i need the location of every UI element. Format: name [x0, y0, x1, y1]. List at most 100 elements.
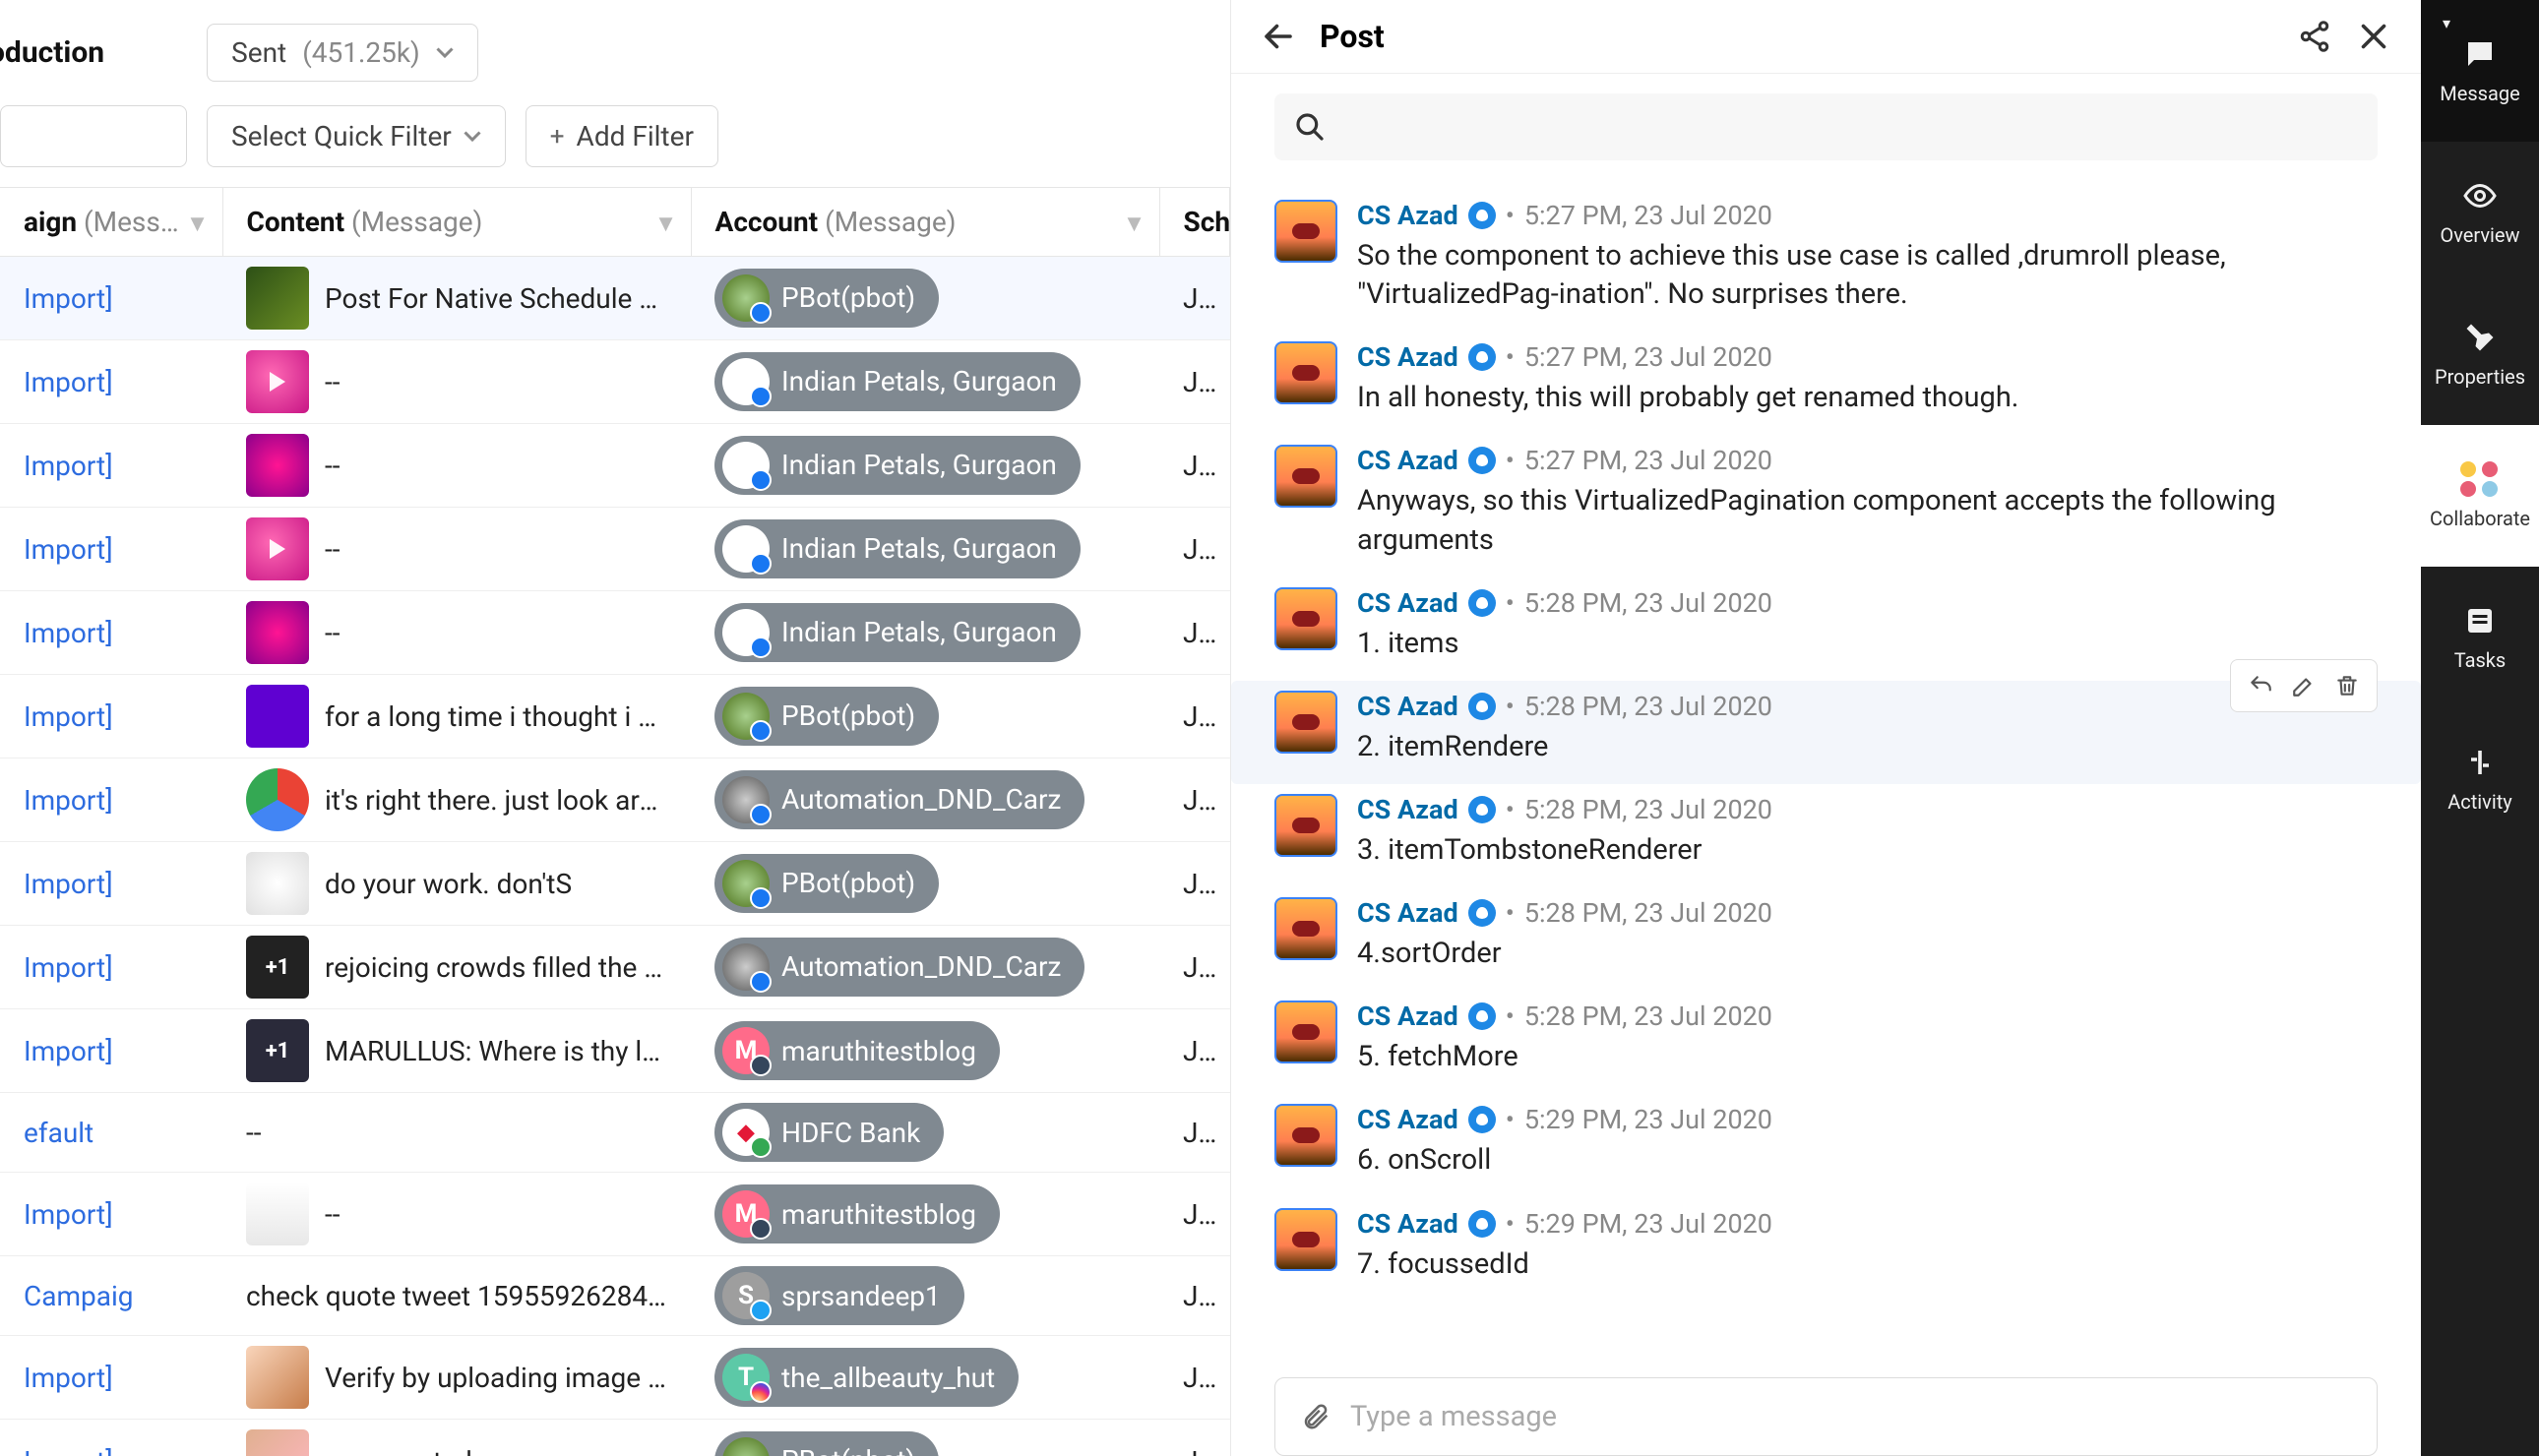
rail-item-properties[interactable]: Properties — [2421, 283, 2539, 425]
thread-message[interactable]: CS Azad•5:28 PM, 23 Jul 20201. items — [1274, 577, 2378, 681]
share-icon[interactable] — [2297, 19, 2332, 54]
thread-message[interactable]: CS Azad•5:28 PM, 23 Jul 20203. itemTombs… — [1274, 784, 2378, 887]
account-pill[interactable]: Indian Petals, Gurgaon — [714, 352, 1081, 411]
account-pill[interactable]: Tthe_allbeauty_hut — [714, 1348, 1019, 1407]
table-row[interactable]: Import]--Indian Petals, GurgaonJul — [0, 424, 1230, 508]
account-name: Indian Petals, Gurgaon — [781, 616, 1057, 648]
thread-message[interactable]: CS Azad•5:28 PM, 23 Jul 20202. itemRende… — [1231, 681, 2421, 784]
campaign-cell[interactable]: efault — [0, 1093, 222, 1173]
col-header-content[interactable]: Content (Message) ▾ — [222, 188, 691, 257]
account-name: sprsandeep1 — [781, 1280, 941, 1312]
thread-message[interactable]: CS Azad•5:29 PM, 23 Jul 20206. onScroll — [1274, 1094, 2378, 1197]
message-author[interactable]: CS Azad — [1357, 794, 1458, 825]
campaign-cell[interactable]: Import] — [0, 758, 222, 842]
rail-item-collaborate[interactable]: Collaborate — [2421, 425, 2539, 567]
account-pill[interactable]: Indian Petals, Gurgaon — [714, 519, 1081, 578]
message-author[interactable]: CS Azad — [1357, 1001, 1458, 1032]
message-thread[interactable]: CS Azad•5:27 PM, 23 Jul 2020So the compo… — [1231, 180, 2421, 1362]
filter-chip-blank[interactable] — [0, 105, 187, 167]
message-author[interactable]: CS Azad — [1357, 587, 1458, 619]
table-row[interactable]: Import]--Indian Petals, GurgaonJul — [0, 508, 1230, 591]
message-author[interactable]: CS Azad — [1357, 445, 1458, 476]
account-avatar — [722, 274, 770, 322]
composer-input[interactable]: Type a message — [1274, 1377, 2378, 1456]
col-header-campaign[interactable]: aign (Mess… ▾ — [0, 188, 222, 257]
content-cell: Verify by uploading image fr… — [222, 1336, 691, 1420]
message-author[interactable]: CS Azad — [1357, 341, 1458, 373]
account-pill[interactable]: Mmaruthitestblog — [714, 1184, 1000, 1244]
account-pill[interactable]: PBot(pbot) — [714, 269, 939, 328]
composer: Type a message — [1231, 1362, 2421, 1456]
account-pill[interactable]: Mmaruthitestblog — [714, 1021, 1000, 1080]
account-pill[interactable]: PBot(pbot) — [714, 687, 939, 746]
message-author[interactable]: CS Azad — [1357, 1208, 1458, 1240]
table-row[interactable]: Import]--MmaruthitestblogJul — [0, 1173, 1230, 1256]
thread-message[interactable]: CS Azad•5:28 PM, 23 Jul 20205. fetchMore — [1274, 991, 2378, 1094]
add-filter-button[interactable]: + Add Filter — [526, 105, 718, 167]
reply-icon[interactable] — [2239, 666, 2282, 705]
platform-badge-icon — [750, 553, 772, 575]
campaign-cell[interactable]: Import] — [0, 1336, 222, 1420]
table-row[interactable]: Import]do your work. don'tSPBot(pbot)Jul — [0, 842, 1230, 926]
rail-item-tasks[interactable]: Tasks — [2421, 567, 2539, 708]
campaign-cell[interactable]: Import] — [0, 257, 222, 340]
account-pill[interactable]: PBot(pbot) — [714, 854, 939, 913]
table-row[interactable]: Import]commentedPBot(pbot)Jul — [0, 1420, 1230, 1456]
account-pill[interactable]: Automation_DND_Carz — [714, 938, 1084, 997]
campaign-cell[interactable]: Campaig — [0, 1256, 222, 1336]
content-thumbnail — [246, 852, 309, 915]
close-icon[interactable] — [2356, 19, 2391, 54]
table-row[interactable]: Import]for a long time i thought i wo…PB… — [0, 675, 1230, 758]
col-header-scheduled[interactable]: Sch… — [1159, 188, 1230, 257]
sent-dropdown[interactable]: Sent (451.25k) — [207, 24, 478, 82]
rail-item-message[interactable]: ▾Message — [2421, 0, 2539, 142]
attachment-icon[interactable] — [1301, 1402, 1331, 1431]
back-arrow-icon[interactable] — [1261, 19, 1296, 54]
account-pill[interactable]: Indian Petals, Gurgaon — [714, 436, 1081, 495]
scheduled-cell: Jul — [1159, 1420, 1230, 1456]
table-row[interactable]: Import]+1rejoicing crowds filled the str… — [0, 926, 1230, 1009]
campaign-cell[interactable]: Import] — [0, 508, 222, 591]
thread-message[interactable]: CS Azad•5:27 PM, 23 Jul 2020So the compo… — [1274, 190, 2378, 332]
campaign-cell[interactable]: Import] — [0, 842, 222, 926]
rail-item-overview[interactable]: Overview — [2421, 142, 2539, 283]
user-badge-icon — [1468, 447, 1496, 474]
account-pill[interactable]: ◆HDFC Bank — [714, 1103, 944, 1162]
message-author[interactable]: CS Azad — [1357, 897, 1458, 929]
rail-item-activity[interactable]: Activity — [2421, 708, 2539, 850]
table-row[interactable]: efault--◆HDFC BankJul — [0, 1093, 1230, 1173]
campaign-cell[interactable]: Import] — [0, 675, 222, 758]
content-text: do your work. don'tS — [325, 868, 572, 900]
table-row[interactable]: Import]Verify by uploading image fr… Tthe… — [0, 1336, 1230, 1420]
campaign-cell[interactable]: Import] — [0, 1420, 222, 1456]
table-row[interactable]: Import]+1MARULLUS: Where is thy lea…Mmar… — [0, 1009, 1230, 1093]
account-pill[interactable]: Ssprsandeep1 — [714, 1266, 964, 1325]
account-name: PBot(pbot) — [781, 867, 915, 899]
campaign-cell[interactable]: Import] — [0, 424, 222, 508]
quick-filter-dropdown[interactable]: Select Quick Filter — [207, 105, 506, 167]
message-author[interactable]: CS Azad — [1357, 691, 1458, 722]
col-header-account[interactable]: Account (Message) ▾ — [691, 188, 1159, 257]
edit-icon[interactable] — [2282, 666, 2325, 705]
thread-message[interactable]: CS Azad•5:29 PM, 23 Jul 20207. focussedI… — [1274, 1198, 2378, 1302]
table-row[interactable]: Campaigcheck quote tweet 1595592628459Ss… — [0, 1256, 1230, 1336]
panel-search-input[interactable] — [1274, 93, 2378, 160]
table-row[interactable]: Import]--Indian Petals, GurgaonJul — [0, 591, 1230, 675]
account-pill[interactable]: PBot(pbot) — [714, 1431, 939, 1456]
account-pill[interactable]: Indian Petals, Gurgaon — [714, 603, 1081, 662]
table-row[interactable]: Import]it's right there. just look arou…… — [0, 758, 1230, 842]
campaign-cell[interactable]: Import] — [0, 1009, 222, 1093]
thread-message[interactable]: CS Azad•5:27 PM, 23 Jul 2020Anyways, so … — [1274, 435, 2378, 576]
campaign-cell[interactable]: Import] — [0, 591, 222, 675]
campaign-cell[interactable]: Import] — [0, 926, 222, 1009]
campaign-cell[interactable]: Import] — [0, 1173, 222, 1256]
table-row[interactable]: Import]Post For Native Schedule Post Cha… — [0, 257, 1230, 340]
table-row[interactable]: Import]--Indian Petals, GurgaonJul — [0, 340, 1230, 424]
thread-message[interactable]: CS Azad•5:27 PM, 23 Jul 2020In all hones… — [1274, 332, 2378, 435]
account-pill[interactable]: Automation_DND_Carz — [714, 770, 1084, 829]
thread-message[interactable]: CS Azad•5:28 PM, 23 Jul 20204.sortOrder — [1274, 887, 2378, 991]
message-author[interactable]: CS Azad — [1357, 1104, 1458, 1135]
message-author[interactable]: CS Azad — [1357, 200, 1458, 231]
campaign-cell[interactable]: Import] — [0, 340, 222, 424]
delete-icon[interactable] — [2325, 666, 2369, 705]
